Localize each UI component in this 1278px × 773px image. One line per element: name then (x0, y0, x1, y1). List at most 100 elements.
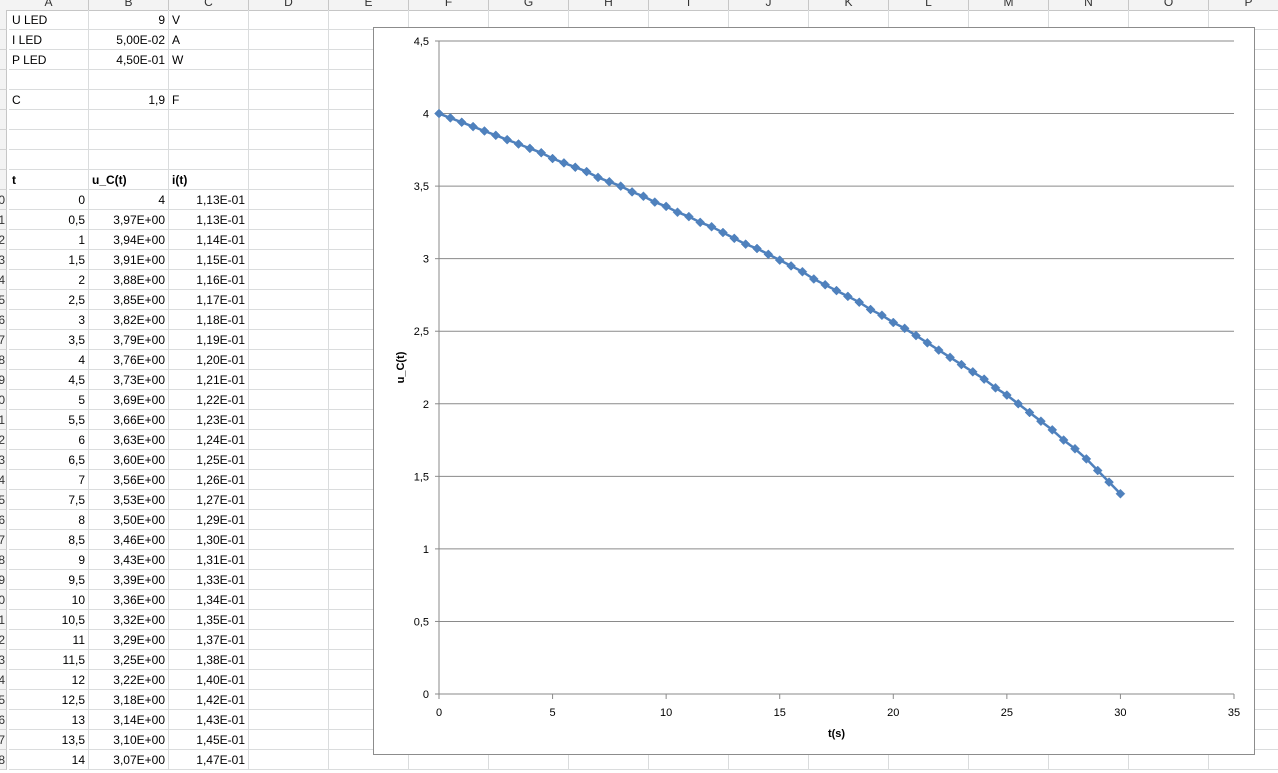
cell[interactable]: 3,29E+00 (89, 630, 169, 650)
cell[interactable] (249, 170, 329, 190)
cell[interactable] (89, 70, 169, 90)
row-header[interactable]: 0 (0, 190, 7, 210)
cell[interactable]: U LED (9, 10, 89, 30)
cell[interactable]: 1,19E-01 (169, 330, 249, 350)
cell[interactable]: 5 (9, 390, 89, 410)
cell[interactable]: 1,16E-01 (169, 270, 249, 290)
row-header[interactable]: 3 (0, 250, 7, 270)
row-header[interactable]: 2 (0, 230, 7, 250)
cell[interactable]: 3,46E+00 (89, 530, 169, 550)
cell[interactable]: 3,5 (9, 330, 89, 350)
cell[interactable]: 11,5 (9, 650, 89, 670)
row-header[interactable]: 1 (0, 210, 7, 230)
cell[interactable]: V (169, 10, 249, 30)
cell[interactable]: 1,29E-01 (169, 510, 249, 530)
cell[interactable]: 3,32E+00 (89, 610, 169, 630)
column-header-m[interactable]: M (969, 0, 1049, 10)
cell[interactable] (249, 130, 329, 150)
cell[interactable] (249, 230, 329, 250)
row-header[interactable]: 5 (0, 490, 7, 510)
cell[interactable] (249, 730, 329, 750)
cell[interactable]: 1,13E-01 (169, 210, 249, 230)
cell[interactable]: 12,5 (9, 690, 89, 710)
cell[interactable] (249, 270, 329, 290)
cell[interactable] (249, 430, 329, 450)
cell[interactable]: 11 (9, 630, 89, 650)
cell[interactable] (249, 630, 329, 650)
row-header[interactable]: 1 (0, 410, 7, 430)
cell[interactable]: 3,88E+00 (89, 270, 169, 290)
row-header[interactable]: 1 (0, 610, 7, 630)
cell[interactable] (89, 110, 169, 130)
column-header-e[interactable]: E (329, 0, 409, 10)
column-header-a[interactable]: A (9, 0, 89, 10)
cell[interactable]: 7,5 (9, 490, 89, 510)
cell[interactable]: 4,5 (9, 370, 89, 390)
cell[interactable]: 9 (89, 10, 169, 30)
cell[interactable]: 1,43E-01 (169, 710, 249, 730)
cell[interactable]: 1,22E-01 (169, 390, 249, 410)
cell[interactable]: 1,47E-01 (169, 750, 249, 770)
column-header-p[interactable]: P (1209, 0, 1278, 10)
cell[interactable]: 1,37E-01 (169, 630, 249, 650)
cell[interactable]: 3,18E+00 (89, 690, 169, 710)
cell[interactable]: 3,50E+00 (89, 510, 169, 530)
row-header[interactable]: 8 (0, 750, 7, 770)
cell[interactable]: A (169, 30, 249, 50)
cell[interactable] (249, 410, 329, 430)
cell[interactable]: 4,50E-01 (89, 50, 169, 70)
cell[interactable]: 3,39E+00 (89, 570, 169, 590)
cell[interactable]: 5,5 (9, 410, 89, 430)
row-header[interactable]: 2 (0, 430, 7, 450)
cell[interactable]: 3,43E+00 (89, 550, 169, 570)
cell[interactable]: 1,18E-01 (169, 310, 249, 330)
cell[interactable] (249, 210, 329, 230)
row-header[interactable] (0, 70, 7, 90)
cell[interactable]: 13,5 (9, 730, 89, 750)
cell[interactable]: 3,76E+00 (89, 350, 169, 370)
cell[interactable] (249, 350, 329, 370)
cell[interactable]: 1,13E-01 (169, 190, 249, 210)
row-header[interactable]: 5 (0, 290, 7, 310)
cell[interactable]: 7 (9, 470, 89, 490)
column-header-k[interactable]: K (809, 0, 889, 10)
cell[interactable]: W (169, 50, 249, 70)
row-header[interactable] (0, 90, 7, 110)
cell[interactable]: 1,25E-01 (169, 450, 249, 470)
cell[interactable] (249, 670, 329, 690)
cell[interactable]: 3,36E+00 (89, 590, 169, 610)
cell[interactable]: 1,5 (9, 250, 89, 270)
cell[interactable]: 1,9 (89, 90, 169, 110)
row-header[interactable]: 6 (0, 310, 7, 330)
cell[interactable]: 3,63E+00 (89, 430, 169, 450)
cell[interactable]: i(t) (169, 170, 249, 190)
cell[interactable] (249, 370, 329, 390)
cell[interactable]: 3,97E+00 (89, 210, 169, 230)
cell[interactable] (169, 70, 249, 90)
cell[interactable]: 3,60E+00 (89, 450, 169, 470)
cell[interactable] (249, 570, 329, 590)
cell[interactable] (249, 510, 329, 530)
cell[interactable]: 3,79E+00 (89, 330, 169, 350)
row-header[interactable]: 7 (0, 530, 7, 550)
row-header[interactable]: 4 (0, 470, 7, 490)
row-header[interactable] (0, 10, 7, 30)
cell[interactable]: 4 (9, 350, 89, 370)
row-header[interactable]: 0 (0, 390, 7, 410)
cell[interactable]: 3,73E+00 (89, 370, 169, 390)
row-header[interactable]: 6 (0, 510, 7, 530)
row-header[interactable] (0, 30, 7, 50)
column-header-b[interactable]: B (89, 0, 169, 10)
cell[interactable] (249, 470, 329, 490)
cell[interactable] (249, 610, 329, 630)
cell[interactable]: 1,42E-01 (169, 690, 249, 710)
row-header[interactable]: 5 (0, 690, 7, 710)
column-header-f[interactable]: F (409, 0, 489, 10)
cell[interactable]: 1,21E-01 (169, 370, 249, 390)
cell[interactable]: 1,17E-01 (169, 290, 249, 310)
cell[interactable] (249, 10, 329, 30)
cell[interactable]: 3,85E+00 (89, 290, 169, 310)
cell[interactable]: 8 (9, 510, 89, 530)
cell[interactable] (249, 30, 329, 50)
column-header-j[interactable]: J (729, 0, 809, 10)
